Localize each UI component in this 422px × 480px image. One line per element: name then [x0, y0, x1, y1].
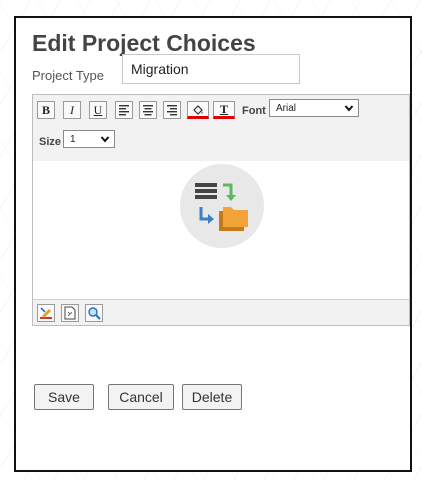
source-view-button[interactable]: [61, 304, 79, 322]
size-select[interactable]: 1: [63, 130, 115, 148]
delete-button[interactable]: Delete: [182, 384, 242, 410]
migration-icon: [180, 164, 264, 248]
underline-icon: U: [93, 103, 103, 117]
rich-text-editor: B I U T Font Arial Size 1: [32, 94, 410, 326]
align-left-icon: [119, 105, 129, 116]
project-type-value: Migration: [131, 61, 189, 77]
align-right-icon: [167, 105, 177, 116]
preview-icon: [88, 307, 101, 320]
edit-mode-button[interactable]: [37, 304, 55, 322]
align-center-icon: [143, 105, 153, 116]
edit-mode-icon: [40, 307, 52, 319]
background-color-button[interactable]: [187, 101, 209, 119]
align-left-button[interactable]: [115, 101, 133, 119]
align-center-button[interactable]: [139, 101, 157, 119]
italic-button[interactable]: I: [63, 101, 81, 119]
font-select-value: Arial: [276, 102, 297, 114]
edit-project-dialog: Edit Project Choices Project Type Migrat…: [14, 16, 412, 472]
editor-mode-bar: [33, 299, 409, 325]
editor-content-area[interactable]: [33, 161, 409, 299]
project-type-label: Project Type: [32, 68, 105, 83]
background-color-icon: [193, 104, 203, 115]
size-label: Size: [39, 136, 62, 148]
cancel-button[interactable]: Cancel: [108, 384, 174, 410]
preview-button[interactable]: [85, 304, 103, 322]
editor-toolbar: B I U T Font Arial Size 1: [33, 95, 409, 162]
font-label: Font: [242, 105, 266, 117]
font-select[interactable]: Arial: [269, 99, 359, 117]
bold-button[interactable]: B: [37, 101, 55, 119]
page-title: Edit Project Choices: [32, 30, 256, 56]
chevron-down-icon: [100, 136, 110, 143]
save-button[interactable]: Save: [34, 384, 94, 410]
project-type-input[interactable]: Migration: [122, 54, 300, 84]
align-right-button[interactable]: [163, 101, 181, 119]
text-color-button[interactable]: T: [213, 101, 235, 119]
italic-icon: I: [70, 103, 74, 117]
bold-icon: B: [41, 103, 50, 117]
text-color-icon: T: [219, 102, 228, 116]
source-view-icon: [64, 306, 76, 320]
size-select-value: 1: [70, 133, 76, 145]
chevron-down-icon: [344, 105, 354, 112]
underline-button[interactable]: U: [89, 101, 107, 119]
